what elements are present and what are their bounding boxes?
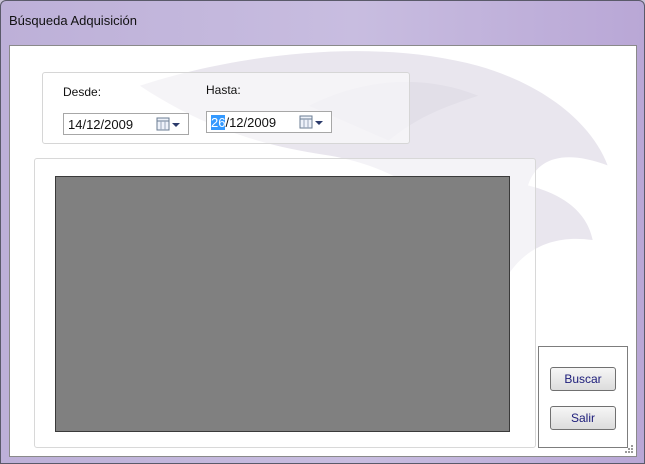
- desde-date-value[interactable]: 14/12/2009: [68, 117, 133, 132]
- app-window: Búsqueda Adquisición Desde: Hasta: 14/12…: [0, 0, 645, 464]
- resize-grip-icon[interactable]: [624, 444, 634, 454]
- date-range-group: Desde: Hasta: 14/12/2009 26/12/2009: [42, 72, 410, 144]
- desde-label: Desde:: [63, 85, 102, 99]
- hasta-date-value[interactable]: 26/12/2009: [211, 115, 276, 130]
- hasta-label: Hasta:: [206, 83, 241, 97]
- salir-button[interactable]: Salir: [550, 406, 616, 430]
- hasta-calendar-dropdown-button[interactable]: [299, 115, 327, 129]
- desde-calendar-dropdown-button[interactable]: [156, 117, 184, 131]
- hasta-day-selected[interactable]: 26: [211, 115, 226, 130]
- window-title: Búsqueda Adquisición: [9, 13, 137, 28]
- chevron-down-icon: [315, 121, 323, 125]
- client-area: Desde: Hasta: 14/12/2009 26/12/2009 Busc…: [9, 45, 637, 457]
- hasta-date-picker[interactable]: 26/12/2009: [206, 111, 332, 133]
- chevron-down-icon: [172, 123, 180, 127]
- hasta-date-rest: /12/2009: [225, 115, 277, 130]
- buscar-button[interactable]: Buscar: [550, 367, 616, 391]
- title-bar[interactable]: Búsqueda Adquisición: [1, 1, 644, 41]
- results-grid[interactable]: [55, 176, 510, 432]
- calendar-icon: [299, 115, 313, 129]
- desde-date-picker[interactable]: 14/12/2009: [63, 113, 189, 135]
- calendar-icon: [156, 117, 170, 131]
- actions-group: Buscar Salir: [538, 346, 628, 448]
